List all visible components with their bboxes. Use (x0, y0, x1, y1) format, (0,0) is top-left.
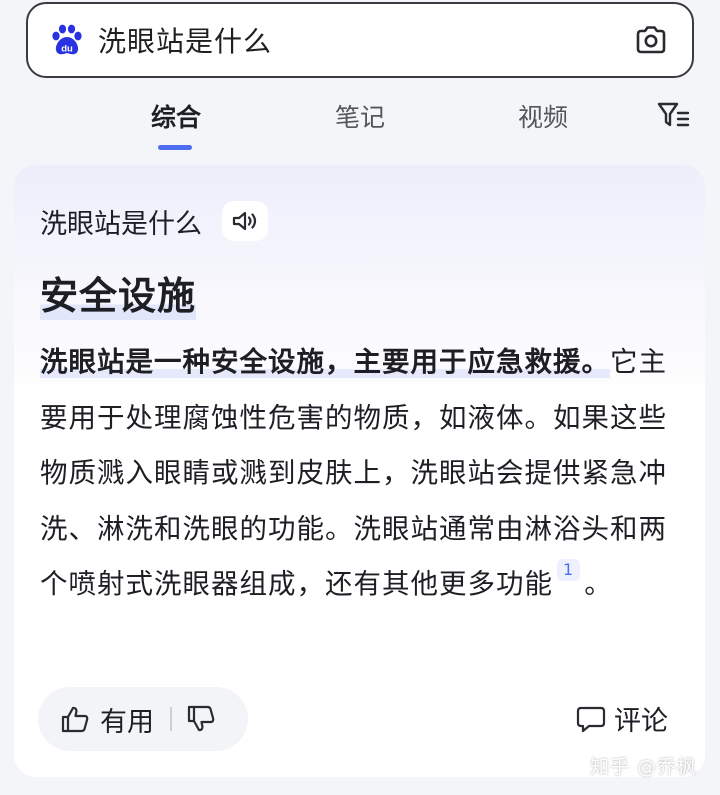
search-input[interactable]: 洗眼站是什么 (98, 20, 632, 60)
thumbs-down-icon[interactable] (186, 704, 216, 734)
result-tabs: 综合 笔记 视频 (0, 88, 720, 154)
baidu-logo-icon[interactable]: du (50, 23, 84, 57)
answer-body: 洗眼站是一种安全设施，主要用于应急救援。它主要用于处理腐蚀性危害的物质，如液体。… (40, 335, 670, 613)
tab-comprehensive[interactable]: 综合 (151, 98, 201, 134)
comment-button[interactable]: 评论 (576, 699, 668, 738)
answer-query-row: 洗眼站是什么 (40, 201, 268, 241)
comment-label: 评论 (614, 706, 668, 737)
thumbs-up-icon[interactable] (60, 704, 90, 734)
ai-answer-card: 洗眼站是什么 安全设施 洗眼站是一种安全设施，主要用于应急救援。它主要用于处理腐… (14, 165, 705, 777)
comment-icon (576, 706, 606, 732)
watermark: 知乎 @乔枫 (590, 756, 698, 778)
tab-notes[interactable]: 笔记 (335, 98, 385, 134)
answer-end: 。 (584, 568, 613, 600)
tab-video[interactable]: 视频 (518, 98, 568, 134)
answer-highlight: 洗眼站是一种安全设施，主要用于应急救援。 (40, 346, 610, 378)
search-box[interactable]: du 洗眼站是什么 (26, 2, 694, 78)
citation-badge[interactable]: 1 (557, 559, 581, 581)
speaker-icon (232, 211, 257, 231)
read-aloud-button[interactable] (222, 201, 268, 241)
filter-icon[interactable] (656, 100, 690, 130)
camera-icon[interactable] (632, 21, 670, 59)
feedback-pill: 有用 (38, 687, 248, 751)
useful-button[interactable]: 有用 (100, 700, 154, 739)
feedback-divider (170, 707, 172, 731)
answer-query: 洗眼站是什么 (40, 208, 202, 240)
active-tab-indicator (158, 145, 192, 150)
answer-title: 安全设施 (40, 265, 197, 320)
svg-text:du: du (61, 44, 73, 55)
